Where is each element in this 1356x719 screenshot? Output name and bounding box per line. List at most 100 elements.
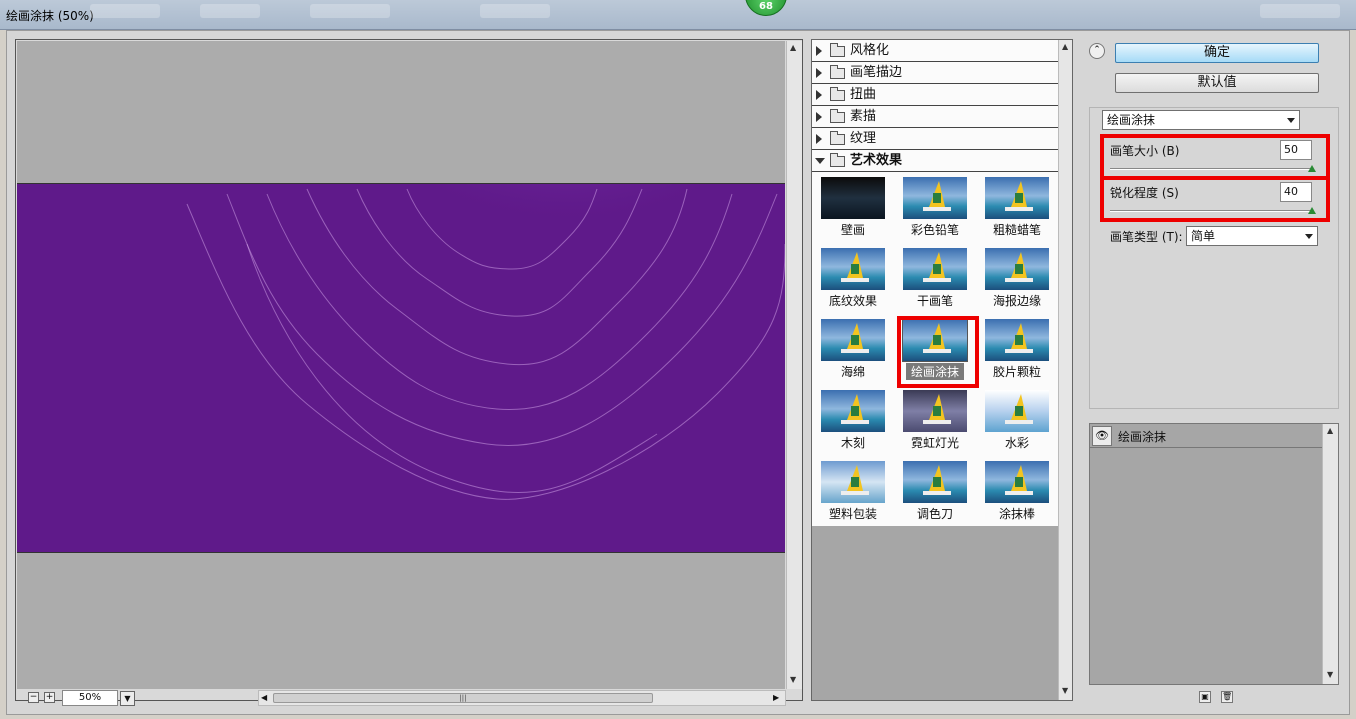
sharpness-control: 锐化程度 (S) 40	[1100, 176, 1330, 222]
layers-scrollbar[interactable]: ▲ ▼	[1322, 424, 1338, 684]
sailboat-shape	[1015, 335, 1023, 345]
filter-thumbnail[interactable]: 涂抹棒	[980, 460, 1054, 526]
filter-thumbnail[interactable]: 壁画	[816, 176, 890, 242]
trash-icon[interactable]: 🗑	[1221, 691, 1233, 703]
preview-horizontal-scrollbar[interactable]: ◀ ||| ▶	[258, 690, 786, 706]
sailboat-shape	[1005, 349, 1033, 353]
filter-thumbnail[interactable]: 木刻	[816, 389, 890, 455]
sailboat-shape	[841, 278, 869, 282]
collapsed-triangle-icon[interactable]	[816, 46, 822, 56]
folder-icon	[830, 43, 845, 57]
scroll-up-icon[interactable]: ▲	[1062, 42, 1068, 51]
sailboat-shape	[851, 406, 859, 416]
filter-thumbnail-label: 底纹效果	[828, 294, 877, 308]
filter-thumbnail-image	[985, 390, 1049, 432]
filter-category[interactable]: 艺术效果	[812, 150, 1058, 172]
collapse-icon[interactable]: ⌃	[1089, 43, 1105, 59]
ok-button[interactable]: 确定	[1115, 43, 1319, 63]
chevron-down-icon	[1305, 234, 1313, 239]
highlight-box	[1100, 176, 1330, 222]
chevron-down-icon	[1287, 118, 1295, 123]
filter-thumbnail-label: 涂抹棒	[998, 507, 1035, 521]
collapsed-triangle-icon[interactable]	[816, 134, 822, 144]
filter-category-label: 扭曲	[850, 87, 877, 102]
counter-badge: 68	[745, 0, 787, 16]
filter-category[interactable]: 画笔描边	[812, 62, 1058, 84]
filter-thumbnail[interactable]: 粗糙蜡笔	[980, 176, 1054, 242]
sailboat-shape	[923, 420, 951, 424]
brush-size-control: 画笔大小 (B) 50	[1100, 134, 1330, 180]
filter-thumbnail-image	[903, 390, 967, 432]
collapsed-triangle-icon[interactable]	[816, 68, 822, 78]
filter-thumbnail-label: 木刻	[840, 436, 865, 450]
zoom-dropdown-button[interactable]: ▼	[120, 691, 135, 706]
filter-thumbnail[interactable]: 海报边缘	[980, 247, 1054, 313]
scroll-down-icon[interactable]: ▼	[790, 675, 796, 684]
brush-type-value: 简单	[1191, 229, 1216, 243]
sailboat-shape	[933, 406, 941, 416]
title-blur	[1260, 4, 1340, 18]
sailboat-shape	[1005, 278, 1033, 282]
filter-thumbnail[interactable]: 彩色铅笔	[898, 176, 972, 242]
filter-select[interactable]: 绘画涂抹	[1102, 110, 1300, 130]
filter-thumbnail[interactable]: 塑料包装	[816, 460, 890, 526]
scroll-left-icon[interactable]: ◀	[261, 693, 267, 702]
filter-thumbnail-image	[903, 461, 967, 503]
filter-thumbnail-label: 胶片颗粒	[992, 365, 1041, 379]
filter-settings-box: 绘画涂抹 画笔大小 (B) 50 锐化程度 (S) 40 画笔类型 (T): 简…	[1089, 107, 1339, 409]
expanded-triangle-icon[interactable]	[815, 158, 825, 164]
eye-icon[interactable]: 👁	[1092, 426, 1112, 446]
sailboat-shape	[933, 193, 941, 203]
folder-icon	[830, 87, 845, 101]
filter-category[interactable]: 素描	[812, 106, 1058, 128]
highlight-box	[1100, 134, 1330, 180]
sailboat-shape	[1005, 207, 1033, 211]
sailboat-shape	[933, 264, 941, 274]
filter-list-panel: 风格化 画笔描边扭曲素描纹理艺术效果 壁画 彩色铅笔 粗糙蜡笔底纹效果 干画笔 海报边缘海…	[811, 39, 1073, 701]
filter-category[interactable]: 风格化	[812, 40, 1058, 62]
filter-category[interactable]: 纹理	[812, 128, 1058, 150]
scroll-up-icon[interactable]: ▲	[790, 43, 796, 52]
filter-category[interactable]: 扭曲	[812, 84, 1058, 106]
zoom-in-button[interactable]: +	[44, 692, 55, 703]
filter-thumbnail[interactable]: 霓虹灯光	[898, 389, 972, 455]
scroll-right-icon[interactable]: ▶	[773, 693, 779, 702]
sailboat-shape	[851, 477, 859, 487]
zoom-level-field[interactable]: 50%	[62, 690, 118, 706]
filter-list: 风格化 画笔描边扭曲素描纹理艺术效果 壁画 彩色铅笔 粗糙蜡笔底纹效果 干画笔 海报边缘海…	[812, 40, 1058, 526]
scroll-thumb[interactable]: |||	[273, 693, 653, 703]
scroll-down-icon[interactable]: ▼	[1062, 686, 1068, 695]
filter-category-label: 素描	[850, 109, 877, 124]
sailboat-shape	[851, 264, 859, 274]
default-button[interactable]: 默认值	[1115, 73, 1319, 93]
filter-thumbnail-label: 塑料包装	[828, 507, 877, 521]
collapsed-triangle-icon[interactable]	[816, 90, 822, 100]
filter-category-label: 艺术效果	[850, 153, 903, 168]
scroll-up-icon[interactable]: ▲	[1327, 426, 1333, 435]
filter-list-scrollbar[interactable]: ▲ ▼	[1058, 40, 1072, 700]
new-effect-layer-icon[interactable]: ▣	[1199, 691, 1211, 703]
filter-thumbnail[interactable]: 干画笔	[898, 247, 972, 313]
folder-icon	[830, 153, 845, 167]
collapsed-triangle-icon[interactable]	[816, 112, 822, 122]
title-bar: 绘画涂抹 (50%) 68	[0, 0, 1356, 30]
preview-image	[17, 183, 785, 553]
effect-layer-row[interactable]: 👁 绘画涂抹	[1090, 424, 1322, 448]
scroll-down-icon[interactable]: ▼	[1327, 670, 1333, 679]
zoom-out-button[interactable]: −	[28, 692, 39, 703]
filter-thumbnail-label: 干画笔	[916, 294, 953, 308]
brush-type-select[interactable]: 简单	[1186, 226, 1318, 246]
filter-thumbnail[interactable]: 海绵	[816, 318, 890, 384]
filter-thumbnail[interactable]: 调色刀	[898, 460, 972, 526]
filter-thumbnail[interactable]: 底纹效果	[816, 247, 890, 313]
filter-thumbnail[interactable]: 水彩	[980, 389, 1054, 455]
filter-thumbnail[interactable]: 胶片颗粒	[980, 318, 1054, 384]
preview-canvas[interactable]	[17, 41, 785, 689]
filter-thumbnail-label: 海报边缘	[992, 294, 1041, 308]
filter-thumbnail-image	[821, 461, 885, 503]
filter-thumbnail-image	[985, 461, 1049, 503]
preview-vertical-scrollbar[interactable]: ▲ ▼	[786, 41, 802, 689]
filter-thumbnail-image	[985, 248, 1049, 290]
sailboat-shape	[1005, 491, 1033, 495]
folder-icon	[830, 109, 845, 123]
